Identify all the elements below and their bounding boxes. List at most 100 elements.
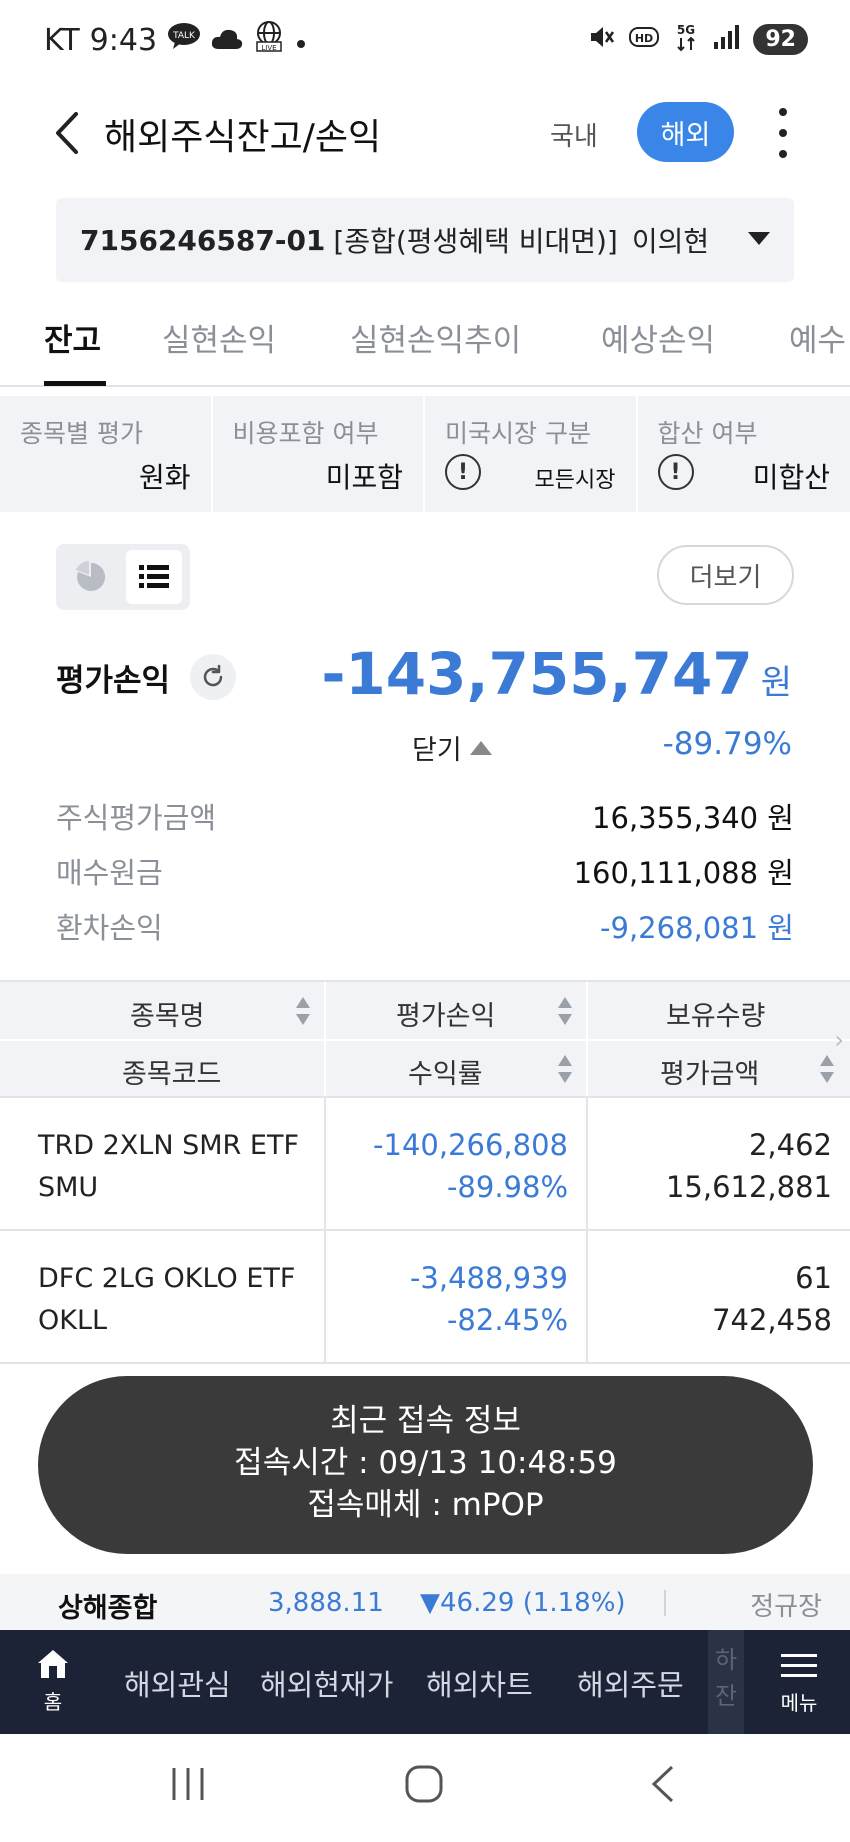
nav-overseas-order[interactable]: 해외주문	[577, 1662, 684, 1704]
tab-realized-pl-trend[interactable]: 실현손익추이	[350, 315, 521, 360]
account-type: [종합(평생혜택 비대면)]	[333, 225, 618, 258]
market-session: 정규장	[750, 1592, 822, 1622]
sort-icon[interactable]	[820, 1055, 834, 1083]
clock: 9:43	[89, 22, 158, 58]
stock-name: TRD 2XLN SMR ETF	[38, 1130, 299, 1161]
status-right: HD 5G 92	[587, 22, 808, 57]
filter-value: 원화	[138, 461, 191, 494]
stock-name: DFC 2LG OKLO ETF	[38, 1263, 296, 1294]
holdings-table: 종목명 종목코드 평가손익 수익률 보유수량 평가금액 › TRD 2XLN S…	[0, 980, 850, 1364]
table-row[interactable]: TRD 2XLN SMR ETF SMU -140,266,808 -89.98…	[0, 1098, 850, 1231]
status-bar: KT 9:43 TALK LIVE HD 5G 92	[0, 0, 850, 80]
dot-icon	[295, 23, 307, 58]
globe-live-icon: LIVE	[253, 20, 285, 60]
tab-balance[interactable]: 잔고	[44, 315, 101, 360]
col-header-eval[interactable]: 평가금액	[660, 1052, 759, 1091]
collapse-toggle[interactable]: 닫기	[412, 728, 492, 767]
eval-pl-value: -143,755,747 원	[321, 640, 792, 708]
hamburger-icon	[781, 1654, 817, 1677]
filter-label: 종목별 평가	[20, 419, 143, 448]
cell-divider	[586, 1231, 588, 1362]
header-divider	[0, 1039, 850, 1041]
system-nav-bar	[0, 1734, 850, 1842]
overseas-toggle[interactable]: 해외	[637, 102, 734, 162]
page-title: 해외주식잔고/손익	[104, 117, 382, 158]
nav-menu-label: 메뉴	[780, 1691, 818, 1715]
summary-value: -9,268,081 원	[600, 911, 794, 945]
info-icon[interactable]: !	[657, 454, 694, 490]
caret-up-icon	[469, 740, 492, 755]
recent-access-toast: 최근 접속 정보 접속시간 : 09/13 10:48:59 접속매체 : mP…	[38, 1376, 813, 1554]
app-header: 해외주식잔고/손익 국내 해외	[0, 90, 850, 180]
col-header-name[interactable]: 종목명	[130, 994, 205, 1033]
recent-apps-icon[interactable]	[170, 1764, 206, 1808]
table-header: 종목명 종목코드 평가손익 수익률 보유수량 평가금액 ›	[0, 980, 850, 1098]
home-icon	[38, 1650, 68, 1678]
filter-label: 비용포함 여부	[232, 419, 379, 448]
back-button[interactable]	[48, 108, 88, 158]
eval-pl-label: 평가손익	[56, 663, 171, 699]
sort-icon[interactable]	[296, 997, 310, 1025]
header-divider	[586, 982, 588, 1096]
tab-realized-pl[interactable]: 실현손익	[162, 315, 276, 360]
stock-eval: 15,612,881	[665, 1170, 832, 1204]
filter-valuation[interactable]: 종목별 평가 원화	[0, 396, 213, 512]
summary-value: 16,355,340 원	[592, 801, 794, 835]
nav-overseas-chart[interactable]: 해외차트	[426, 1662, 533, 1704]
summary-label: 환차손익	[56, 911, 163, 945]
col-header-qty[interactable]: 보유수량	[666, 994, 765, 1033]
filter-label: 합산 여부	[657, 419, 758, 448]
toast-title: 최근 접속 정보	[330, 1403, 521, 1439]
stock-qty: 2,462	[748, 1128, 832, 1162]
refresh-icon[interactable]	[190, 654, 236, 700]
filter-combined[interactable]: 합산 여부 ! 미합산	[638, 396, 850, 512]
filter-us-market[interactable]: 미국시장 구분 ! 모든시장	[425, 396, 638, 512]
dropdown-caret-icon	[748, 232, 770, 245]
chevron-right-icon[interactable]: ›	[834, 1026, 844, 1054]
eval-pl-unit: 원	[760, 663, 792, 703]
cell-divider	[586, 1098, 588, 1229]
stock-pl: -3,488,939	[409, 1261, 568, 1295]
nav-overseas-watchlist[interactable]: 해외관심	[124, 1662, 231, 1704]
stock-rate: -82.45%	[446, 1303, 568, 1337]
filter-value: 모든시장	[534, 468, 616, 493]
nav-overseas-quote[interactable]: 해외현재가	[260, 1662, 393, 1704]
eval-pl-rate: -89.79%	[662, 726, 792, 762]
filter-label: 미국시장 구분	[445, 419, 591, 448]
col-header-code[interactable]: 종목코드	[122, 1052, 221, 1091]
list-view-icon[interactable]	[126, 550, 182, 604]
home-button-icon[interactable]	[404, 1764, 444, 1808]
account-selector[interactable]: 7156246587-01 [종합(평생혜택 비대면)] 이의현	[56, 198, 794, 282]
tab-expected-pl[interactable]: 예상손익	[601, 315, 715, 360]
nav-home-label: 홈	[43, 1690, 63, 1714]
info-icon[interactable]: !	[445, 454, 481, 490]
nav-home[interactable]: 홈	[28, 1648, 78, 1715]
sort-icon[interactable]	[558, 997, 572, 1025]
more-options-icon[interactable]	[776, 108, 790, 158]
toast-access-media: 접속매체 : mPOP	[307, 1487, 544, 1523]
header-divider	[324, 982, 326, 1096]
summary-row-principal: 매수원금 160,111,088 원	[56, 850, 794, 890]
index-price: 3,888.11	[268, 1588, 384, 1618]
col-header-rate[interactable]: 수익률	[408, 1052, 483, 1091]
battery-indicator: 92	[753, 24, 808, 55]
stock-code: SMU	[38, 1172, 99, 1203]
cell-divider	[324, 1098, 326, 1229]
sort-icon[interactable]	[558, 1055, 572, 1083]
index-ticker[interactable]: 상해종합 3,888.11 ▼46.29 (1.18%) 정규장	[0, 1574, 850, 1630]
index-name: 상해종합	[58, 1593, 158, 1624]
nav-menu[interactable]: 메뉴	[766, 1654, 832, 1716]
index-change: ▼46.29 (1.18%)	[420, 1588, 626, 1618]
filter-cost-included[interactable]: 비용포함 여부 미포함	[213, 396, 425, 512]
stock-qty: 61	[795, 1261, 832, 1295]
tab-deposit[interactable]: 예수	[789, 315, 846, 360]
system-back-icon[interactable]	[648, 1764, 678, 1808]
table-row[interactable]: DFC 2LG OKLO ETF OKLL -3,488,939 -82.45%…	[0, 1231, 850, 1364]
stock-eval: 742,458	[712, 1303, 832, 1337]
col-header-pl[interactable]: 평가손익	[396, 994, 495, 1033]
domestic-toggle[interactable]: 국내	[550, 116, 598, 153]
summary-value: 160,111,088 원	[573, 856, 794, 890]
nav-overflow-item[interactable]: 하 잔	[708, 1630, 744, 1734]
more-button[interactable]: 더보기	[657, 545, 794, 605]
pie-chart-icon[interactable]	[74, 560, 108, 594]
